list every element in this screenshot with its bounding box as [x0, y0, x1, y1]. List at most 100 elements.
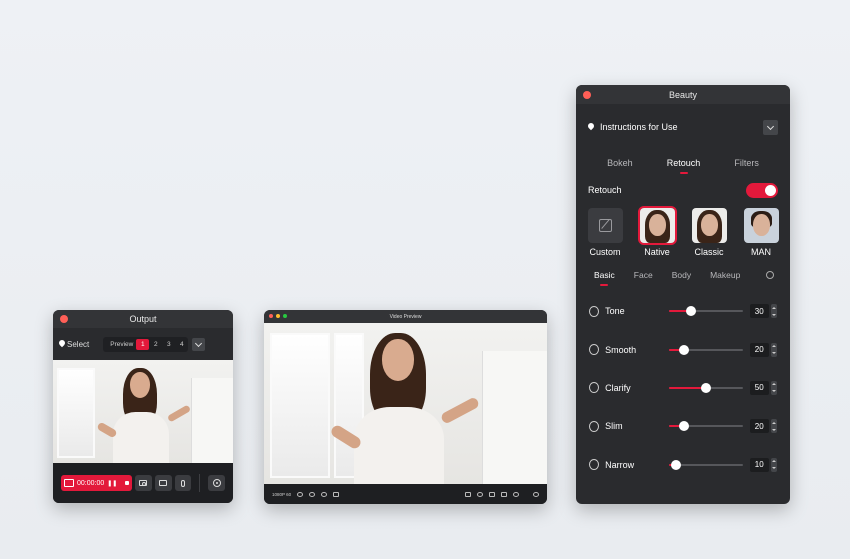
divider	[199, 474, 201, 492]
tone-value[interactable]: 30	[749, 304, 769, 319]
slider-label: Clarify	[605, 382, 631, 393]
slider-row-narrow: Narrow 10	[576, 446, 790, 484]
video-preview-title: Video Preview	[389, 313, 422, 320]
record-icon[interactable]	[465, 491, 471, 497]
page-3-button[interactable]: 3	[162, 339, 175, 350]
preset-classic[interactable]: Classic	[690, 208, 728, 257]
page-1-button[interactable]: 1	[136, 338, 150, 350]
preset-label: Custom	[589, 247, 621, 257]
retouch-toggle-label: Retouch	[588, 185, 622, 195]
close-button[interactable]	[583, 90, 591, 99]
output-toolbar: Select Preview 1 2 3 4	[53, 328, 233, 360]
webcam-button[interactable]	[208, 475, 225, 491]
microphone-button[interactable]	[174, 475, 192, 491]
tab-filters[interactable]: Filters	[734, 158, 759, 168]
preview-label: Preview	[110, 340, 134, 348]
camera-icon[interactable]	[489, 491, 495, 497]
slider-row-smooth: Smooth 20	[576, 330, 790, 368]
record-icon	[64, 479, 74, 487]
resolution-label[interactable]: 1080P 60	[272, 492, 291, 497]
smooth-slider[interactable]	[669, 344, 743, 355]
slim-slider[interactable]	[669, 421, 743, 432]
avatar	[691, 208, 727, 243]
tab-body[interactable]: Body	[672, 270, 691, 280]
smooth-value[interactable]: 20	[749, 342, 769, 357]
preset-native[interactable]: Native	[637, 206, 677, 257]
page-4-button[interactable]: 4	[175, 339, 188, 350]
output-video-preview	[53, 360, 233, 463]
retouch-toggle-row: Retouch	[576, 176, 790, 204]
video-preview-controls: 1080P 60	[264, 484, 547, 504]
tone-stepper[interactable]	[770, 304, 777, 319]
mirror-icon[interactable]	[321, 491, 328, 497]
tab-makeup[interactable]: Makeup	[710, 270, 740, 280]
edit-icon	[598, 219, 612, 232]
record-button[interactable]: 00:00:00 ❚❚	[61, 475, 133, 491]
folder-button[interactable]	[154, 475, 172, 491]
slim-stepper[interactable]	[770, 419, 777, 434]
tab-basic[interactable]: Basic	[594, 270, 615, 286]
preset-label: Classic	[694, 247, 724, 257]
window-controls	[269, 314, 287, 318]
clarify-stepper[interactable]	[770, 380, 777, 395]
reset-icon[interactable]	[766, 271, 774, 279]
flip-icon[interactable]	[309, 491, 316, 497]
page-2-button[interactable]: 2	[149, 339, 162, 350]
slider-row-slim: Slim 20	[576, 407, 790, 445]
beauty-titlebar: Beauty	[576, 85, 790, 104]
instructions-row[interactable]: Instructions for Use	[576, 104, 790, 150]
rotate-icon[interactable]	[297, 491, 304, 497]
beauty-title: Beauty	[668, 89, 698, 100]
clarify-value[interactable]: 50	[749, 380, 769, 395]
select-button[interactable]: Select	[59, 340, 89, 349]
webcam-icon[interactable]	[533, 491, 539, 497]
record-time: 00:00:00	[77, 479, 105, 487]
narrow-slider[interactable]	[669, 459, 743, 470]
slider-label: Tone	[605, 306, 625, 317]
clarify-icon	[589, 382, 600, 394]
close-button[interactable]	[60, 315, 68, 323]
settings-icon[interactable]	[477, 491, 483, 497]
tone-slider[interactable]	[669, 306, 743, 317]
output-title: Output	[129, 314, 157, 324]
retouch-toggle[interactable]	[746, 182, 778, 198]
folder-icon[interactable]	[501, 491, 507, 497]
tab-retouch[interactable]: Retouch	[667, 158, 700, 174]
webcam-icon	[212, 479, 221, 487]
beauty-tabs: Bokeh Retouch Filters	[576, 150, 790, 176]
avatar	[743, 208, 779, 243]
slider-row-tone: Tone 30	[576, 292, 790, 330]
clarify-slider[interactable]	[669, 382, 743, 393]
close-button[interactable]	[269, 314, 273, 318]
pin-icon	[588, 123, 594, 131]
zoom-button[interactable]	[283, 314, 287, 318]
narrow-icon	[589, 459, 600, 471]
chevron-down-icon[interactable]	[763, 119, 778, 135]
tab-face[interactable]: Face	[634, 270, 653, 280]
microphone-icon[interactable]	[513, 491, 519, 497]
preset-label: MAN	[751, 247, 771, 257]
video-preview-titlebar: Video Preview	[264, 310, 547, 323]
film-icon[interactable]	[333, 491, 340, 497]
screenshot-button[interactable]	[135, 475, 152, 491]
avatar	[637, 206, 677, 245]
chevron-down-icon[interactable]	[192, 337, 206, 351]
minimize-button[interactable]	[276, 314, 280, 318]
narrow-stepper[interactable]	[770, 457, 777, 472]
preset-custom[interactable]: Custom	[586, 208, 624, 257]
select-label: Select	[67, 339, 90, 349]
narrow-value[interactable]: 10	[749, 457, 769, 472]
smooth-stepper[interactable]	[770, 342, 777, 357]
stop-icon	[125, 481, 130, 485]
slim-icon	[589, 420, 600, 432]
beauty-panel: Beauty Instructions for Use Bokeh Retouc…	[576, 85, 790, 504]
output-controls: 00:00:00 ❚❚	[53, 463, 233, 503]
folder-icon	[159, 480, 168, 486]
tab-bokeh[interactable]: Bokeh	[607, 158, 633, 168]
slim-value[interactable]: 20	[749, 419, 769, 434]
preset-label: Native	[644, 247, 670, 257]
pin-icon	[59, 340, 65, 348]
preset-man[interactable]: MAN	[742, 208, 780, 257]
smooth-icon	[589, 344, 600, 356]
slider-list: Tone 30 Smooth 20 Clarify 50 Slim 20 Nar…	[576, 292, 790, 484]
